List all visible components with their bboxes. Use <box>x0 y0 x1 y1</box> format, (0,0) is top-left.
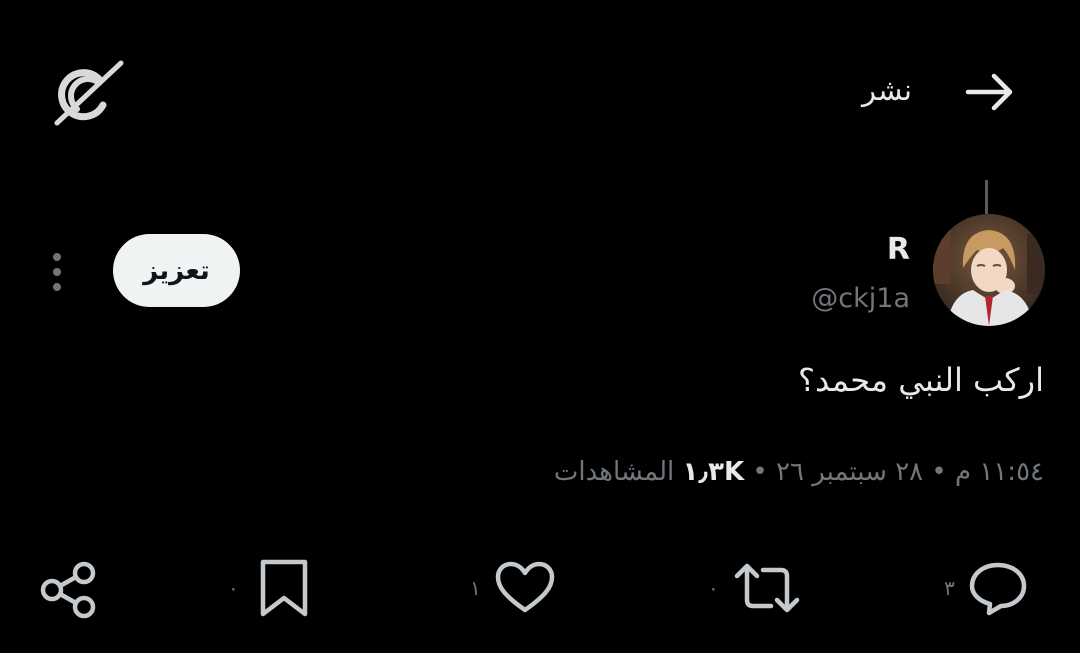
boost-button[interactable]: تعزيز <box>113 234 240 307</box>
tweet-time: ١١:٥٤ م <box>955 457 1044 487</box>
bookmark-icon <box>260 559 307 617</box>
user-handle[interactable]: @ckj1a <box>811 282 910 316</box>
thread-connector-line <box>985 180 988 214</box>
views-count[interactable]: ١٫٣K <box>683 457 745 487</box>
like-count: ١ <box>470 576 481 600</box>
share-button[interactable] <box>38 560 98 620</box>
arrow-right-icon <box>965 73 1013 111</box>
bookmark-button[interactable]: ٠ <box>228 558 311 618</box>
meta-separator: • <box>923 457 947 487</box>
retweet-button[interactable]: ٠ <box>708 558 803 618</box>
retweet-icon <box>734 563 799 613</box>
more-options-button[interactable] <box>40 248 74 296</box>
bookmark-count: ٠ <box>228 576 239 600</box>
like-button[interactable]: ١ <box>470 558 557 618</box>
retweet-count: ٠ <box>708 576 719 600</box>
meta-separator: • <box>744 457 768 487</box>
avatar-image <box>933 214 1045 326</box>
grok-icon <box>54 60 124 126</box>
back-button[interactable] <box>962 64 1018 120</box>
avatar[interactable] <box>933 214 1045 326</box>
page-title: نشر <box>862 73 912 107</box>
display-name[interactable]: R <box>887 232 910 268</box>
tweet-text: اركب النبي محمد؟ <box>797 361 1044 399</box>
reply-icon <box>969 562 1026 616</box>
tweet-date: ٢٨ سبتمبر ٢٦ <box>776 457 924 487</box>
more-vertical-icon <box>53 253 61 291</box>
reply-button[interactable]: ٣ <box>944 558 1029 618</box>
reply-count: ٣ <box>944 576 955 600</box>
views-label[interactable]: المشاهدات <box>554 457 674 487</box>
grok-button[interactable] <box>52 58 126 128</box>
share-icon <box>40 561 96 619</box>
tweet-meta: ١١:٥٤ م • ٢٨ سبتمبر ٢٦ • ١٫٣K المشاهدات <box>554 452 1044 492</box>
heart-icon <box>495 561 554 613</box>
